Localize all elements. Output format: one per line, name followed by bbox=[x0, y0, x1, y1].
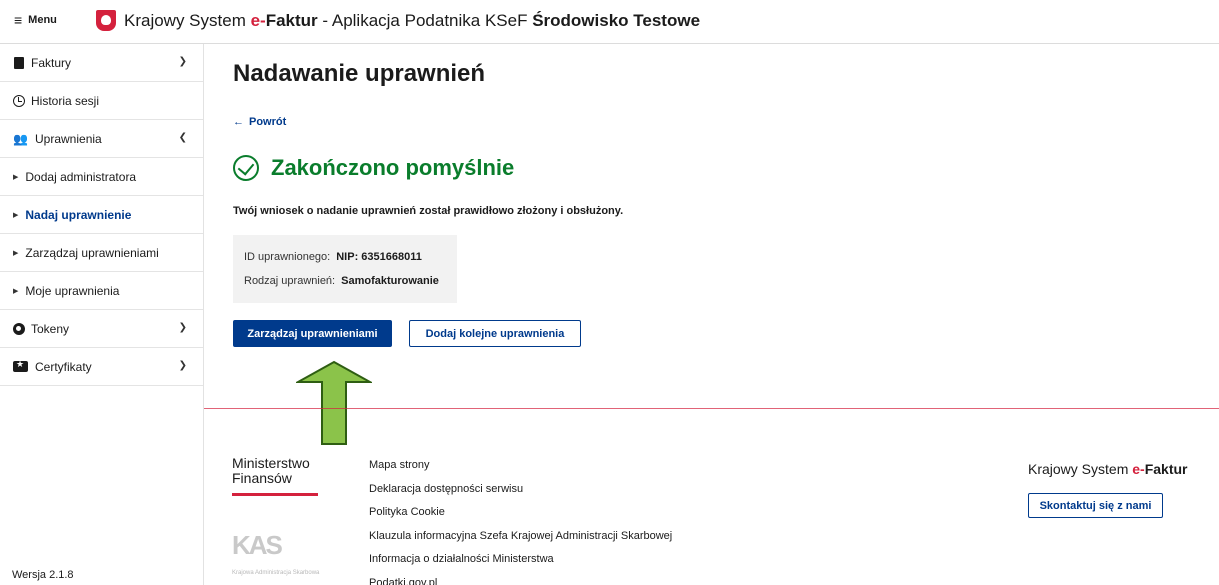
bullet-triangle-icon: ▶ bbox=[13, 249, 19, 257]
title-brand-e: e- bbox=[250, 11, 266, 30]
footer-link[interactable]: Klauzula informacyjna Szefa Krajowej Adm… bbox=[369, 530, 672, 554]
footer-link[interactable]: Polityka Cookie bbox=[369, 506, 672, 530]
contact-us-button[interactable]: Skontaktuj się z nami bbox=[1028, 493, 1163, 518]
detail-label: ID uprawnionego: bbox=[244, 251, 331, 263]
hamburger-icon: ≡ bbox=[14, 11, 23, 28]
chevron-down-icon: ❯ bbox=[178, 360, 187, 371]
brand-e: e- bbox=[1132, 461, 1145, 477]
sidebar-item-label: Faktury bbox=[31, 55, 72, 70]
title-suffix: - Aplikacja Podatnika KSeF bbox=[317, 11, 533, 30]
sidebar-item-label: Uprawnienia bbox=[35, 131, 102, 146]
top-bar: ≡ Menu Krajowy System e-Faktur - Aplikac… bbox=[0, 0, 1219, 44]
back-link-label: Powrót bbox=[249, 116, 287, 128]
sidebar-item-zarzadzaj-uprawnieniami[interactable]: ▶ Zarządzaj uprawnieniami bbox=[0, 234, 203, 272]
sidebar-item-label: Tokeny bbox=[31, 321, 70, 336]
brand-name: Faktur bbox=[1144, 461, 1188, 477]
sidebar: Faktury ❯ Historia sesji 👥 Uprawnienia ❮… bbox=[0, 44, 204, 585]
kas-logo-text: Krajowa Administracja Skarbowa bbox=[232, 570, 320, 576]
success-banner: Zakończono pomyślnie bbox=[233, 155, 514, 181]
menu-button[interactable]: ≡ Menu bbox=[14, 11, 57, 28]
menu-label: Menu bbox=[28, 14, 57, 26]
detail-value: NIP: 6351668011 bbox=[336, 251, 422, 263]
footer-links: Mapa strony Deklaracja dostępności serwi… bbox=[369, 459, 672, 585]
sidebar-item-label: Dodaj administratora bbox=[25, 169, 137, 184]
chevron-down-icon: ❯ bbox=[178, 56, 187, 67]
app-title: Krajowy System e-Faktur - Aplikacja Poda… bbox=[124, 11, 700, 31]
sidebar-item-label: Certyfikaty bbox=[35, 359, 92, 374]
ksef-brand: Krajowy System e-Faktur bbox=[1028, 461, 1188, 477]
detail-value: Samofakturowanie bbox=[341, 275, 439, 287]
kas-logo-icon: KAS bbox=[232, 530, 283, 560]
app-version: Wersja 2.1.8 bbox=[12, 569, 74, 581]
sidebar-item-certyfikaty[interactable]: Certyfikaty ❯ bbox=[0, 348, 203, 386]
sidebar-item-label: Moje uprawnienia bbox=[25, 283, 120, 298]
detail-row-id: ID uprawnionego: NIP: 6351668011 bbox=[244, 245, 446, 269]
page-title: Nadawanie uprawnień bbox=[233, 60, 486, 87]
add-more-permissions-button[interactable]: Dodaj kolejne uprawnienia bbox=[409, 320, 581, 347]
detail-label: Rodzaj uprawnień: bbox=[244, 275, 336, 287]
annotation-arrow-icon bbox=[296, 360, 372, 445]
ministry-logo-rule bbox=[232, 493, 318, 496]
title-brand: Faktur bbox=[265, 11, 318, 30]
sidebar-item-historia-sesji[interactable]: Historia sesji bbox=[0, 82, 203, 120]
check-circle-icon bbox=[233, 155, 259, 181]
sidebar-item-uprawnienia[interactable]: 👥 Uprawnienia ❮ bbox=[0, 120, 203, 158]
title-environment: Środowisko Testowe bbox=[532, 11, 701, 30]
success-title: Zakończono pomyślnie bbox=[271, 155, 515, 180]
sidebar-item-dodaj-administratora[interactable]: ▶ Dodaj administratora bbox=[0, 158, 203, 196]
sidebar-item-nadaj-uprawnienie[interactable]: ▶ Nadaj uprawnienie bbox=[0, 196, 203, 234]
detail-row-type: Rodzaj uprawnień: Samofakturowanie bbox=[244, 269, 446, 293]
permission-details: ID uprawnionego: NIP: 6351668011 Rodzaj … bbox=[233, 235, 457, 303]
sidebar-item-label: Zarządzaj uprawnieniami bbox=[25, 245, 159, 260]
footer-link[interactable]: Podatki.gov.pl bbox=[369, 577, 672, 585]
arrow-left-icon: ← bbox=[233, 116, 244, 128]
ministry-line1: Ministerstwo bbox=[232, 455, 310, 471]
back-link[interactable]: ← Powrót bbox=[233, 116, 286, 128]
footer-link[interactable]: Deklaracja dostępności serwisu bbox=[369, 483, 672, 507]
sidebar-item-moje-uprawnienia[interactable]: ▶ Moje uprawnienia bbox=[0, 272, 203, 310]
ministry-line2: Finansów bbox=[232, 470, 292, 486]
success-message: Twój wniosek o nadanie uprawnień został … bbox=[233, 205, 624, 217]
chevron-up-icon: ❮ bbox=[178, 132, 187, 143]
footer-link[interactable]: Informacja o działalności Ministerstwa bbox=[369, 553, 672, 577]
sidebar-item-tokeny[interactable]: Tokeny ❯ bbox=[0, 310, 203, 348]
poland-emblem-icon bbox=[96, 10, 116, 31]
bullet-triangle-icon: ▶ bbox=[13, 173, 19, 181]
brand-prefix: Krajowy System bbox=[1028, 461, 1133, 477]
clock-icon bbox=[12, 94, 25, 107]
ministry-logo: Ministerstwo Finansów bbox=[232, 456, 310, 486]
footer-divider bbox=[204, 408, 1219, 409]
sidebar-item-label: Historia sesji bbox=[31, 93, 100, 108]
bullet-triangle-icon: ▶ bbox=[13, 287, 19, 295]
sidebar-item-faktury[interactable]: Faktury ❯ bbox=[0, 44, 203, 82]
token-icon bbox=[12, 322, 25, 335]
certificate-icon bbox=[12, 359, 29, 373]
document-icon bbox=[12, 56, 25, 69]
sidebar-item-label: Nadaj uprawnienie bbox=[25, 207, 132, 222]
users-icon: 👥 bbox=[13, 131, 28, 146]
title-prefix: Krajowy System bbox=[124, 11, 251, 30]
manage-permissions-button[interactable]: Zarządzaj uprawnieniami bbox=[233, 320, 392, 347]
chevron-down-icon: ❯ bbox=[178, 322, 187, 333]
bullet-triangle-icon: ▶ bbox=[13, 211, 19, 219]
footer-link[interactable]: Mapa strony bbox=[369, 459, 672, 483]
